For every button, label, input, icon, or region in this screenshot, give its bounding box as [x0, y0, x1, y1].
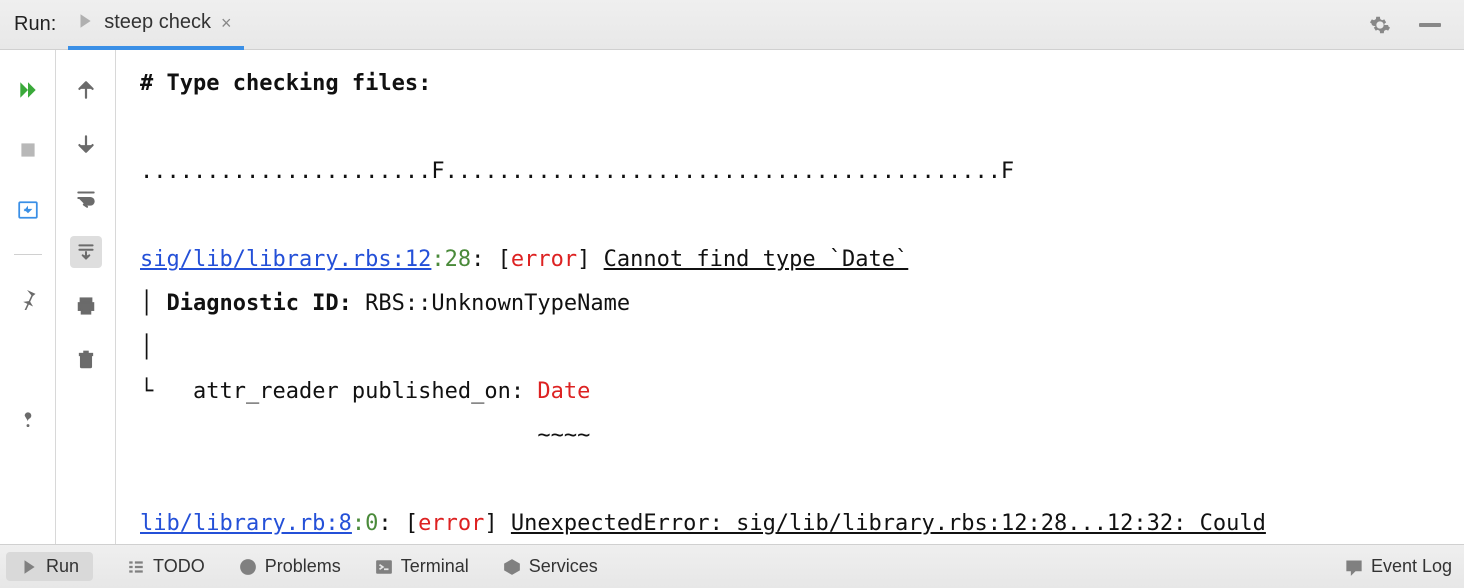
status-terminal-label: Terminal	[401, 556, 469, 577]
scroll-to-end-icon[interactable]	[70, 236, 102, 268]
status-services[interactable]: Services	[503, 556, 598, 577]
console-line: │	[140, 335, 153, 360]
console-output[interactable]: # Type checking files: .................…	[116, 50, 1464, 544]
run-tab[interactable]: steep check ×	[68, 0, 243, 50]
run-label: Run:	[14, 13, 56, 36]
run-tab-label: steep check	[104, 11, 211, 34]
close-icon[interactable]: ×	[221, 14, 232, 32]
status-problems-label: Problems	[265, 556, 341, 577]
error-message: UnexpectedError: sig/lib/library.rbs:12:…	[511, 511, 1266, 536]
arrow-up-icon[interactable]	[70, 74, 102, 106]
arrow-down-icon[interactable]	[70, 128, 102, 160]
console-line: │ Diagnostic ID:	[140, 291, 365, 316]
separator	[14, 254, 42, 255]
col-number: :0	[352, 511, 379, 536]
help-icon[interactable]	[12, 403, 44, 435]
pin-icon[interactable]	[12, 283, 44, 315]
gear-icon[interactable]	[1364, 9, 1396, 41]
close-x-icon[interactable]	[12, 343, 44, 375]
console-line: ......................F.................…	[140, 159, 1014, 184]
status-services-label: Services	[529, 556, 598, 577]
status-event-log-label: Event Log	[1371, 556, 1452, 577]
play-icon	[76, 12, 94, 33]
status-todo-label: TODO	[153, 556, 205, 577]
print-icon[interactable]	[70, 290, 102, 322]
status-event-log[interactable]: Event Log	[1345, 556, 1452, 577]
console-actions-gutter	[56, 50, 116, 544]
file-link[interactable]: lib/library.rb:8	[140, 511, 352, 536]
file-link[interactable]: sig/lib/library.rbs:12	[140, 247, 431, 272]
status-todo[interactable]: TODO	[127, 556, 205, 577]
error-message: Cannot find type `Date`	[604, 247, 909, 272]
status-run-label: Run	[46, 556, 79, 577]
soft-wrap-icon[interactable]	[70, 182, 102, 214]
status-problems[interactable]: Problems	[239, 556, 341, 577]
run-actions-gutter	[0, 50, 56, 544]
status-run[interactable]: Run	[6, 552, 93, 581]
console-line: ~~~~	[140, 423, 590, 448]
error-tag: error	[418, 511, 484, 536]
status-bar: Run TODO Problems Terminal Services Even…	[0, 544, 1464, 588]
rerun-icon[interactable]	[12, 74, 44, 106]
col-number: :28	[431, 247, 471, 272]
console-line: # Type checking files:	[140, 71, 431, 96]
trash-icon[interactable]	[70, 344, 102, 376]
status-terminal[interactable]: Terminal	[375, 556, 469, 577]
error-tag: error	[511, 247, 577, 272]
run-tool-header: Run: steep check ×	[0, 0, 1464, 50]
minimize-icon[interactable]	[1414, 9, 1446, 41]
layout-icon[interactable]	[12, 194, 44, 226]
stop-icon[interactable]	[12, 134, 44, 166]
console-line: └	[140, 379, 167, 404]
